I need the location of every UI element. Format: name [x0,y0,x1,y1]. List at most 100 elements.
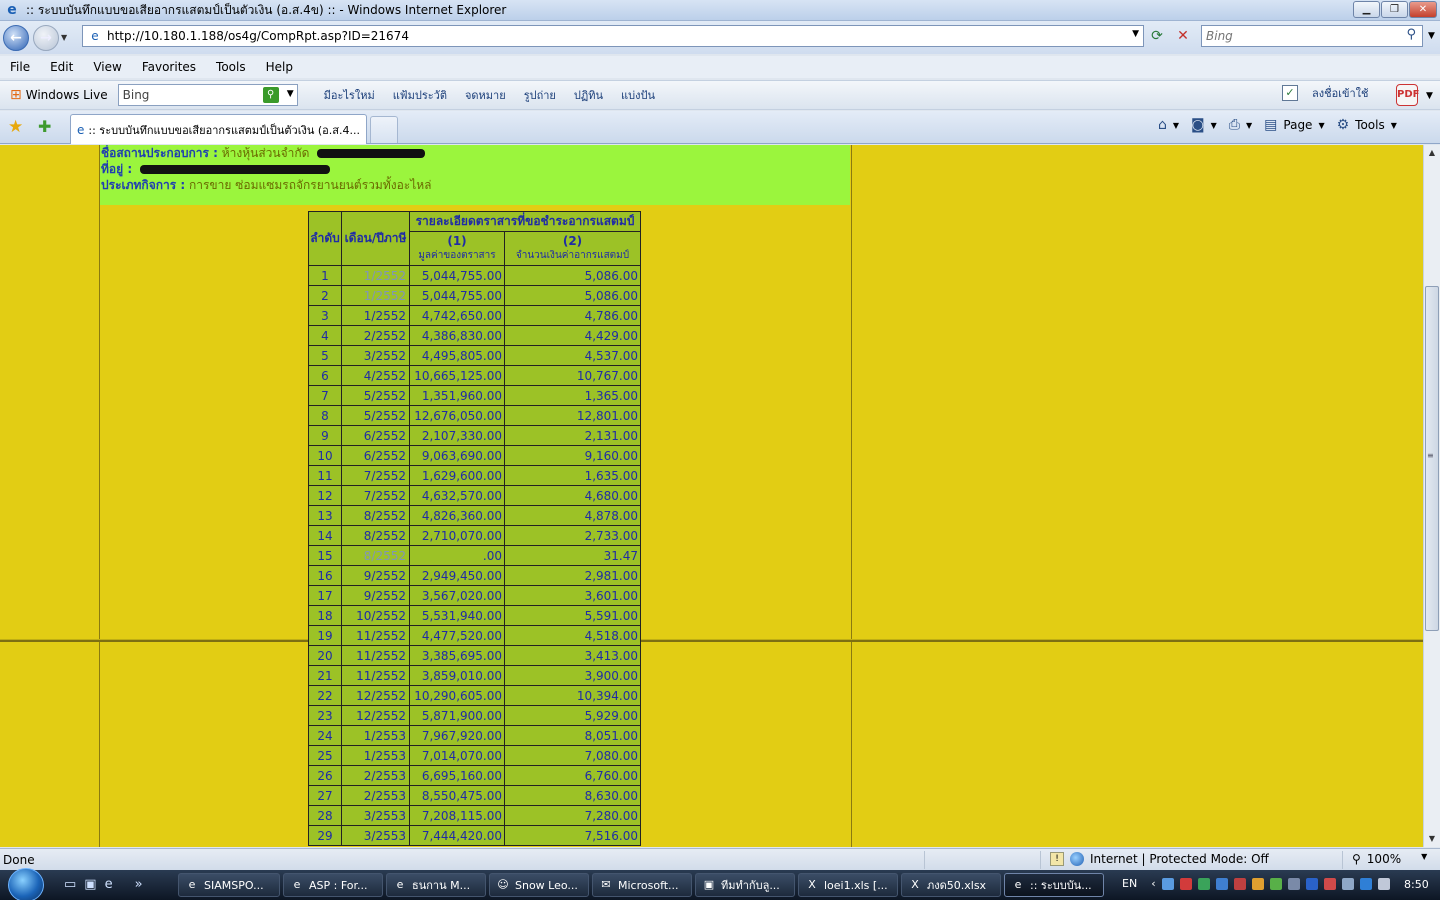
feeds-icon[interactable]: ◙ [1191,117,1205,133]
print-icon[interactable]: ⎙ [1229,117,1240,133]
minimize-button[interactable]: ▁ [1353,1,1380,18]
live-link-whatsnew[interactable]: มีอะไรใหม่ [324,86,375,104]
refresh-icon[interactable]: ⟳ [1146,26,1168,46]
taskbar-button[interactable]: e:: ระบบบัน... [1004,873,1104,897]
switch-windows-icon[interactable]: ▣ [84,877,96,892]
live-link-calendar[interactable]: ปฏิทิน [574,86,603,104]
taskbar-button[interactable]: X ภงด50.xlsx [901,873,1001,897]
address-dropdown-icon[interactable]: ▼ [1132,29,1139,39]
forward-button[interactable]: → [33,24,59,51]
live-link-mail[interactable]: จดหมาย [465,86,506,104]
back-button[interactable]: ← [3,24,29,51]
row-value-cell: 2,949,450.00 [409,565,505,586]
menu-help[interactable]: Help [256,60,303,74]
close-button[interactable]: ✕ [1409,1,1437,18]
menu-favorites[interactable]: Favorites [132,60,206,74]
print-dropdown-icon[interactable]: ▼ [1246,121,1252,130]
tray-app-icon[interactable] [1305,877,1318,890]
menu-file[interactable]: File [0,60,40,74]
taskbar-button-label: ธนกาน M... [412,879,471,892]
taskbar-button[interactable]: e ASP : For... [283,873,383,897]
quick-ie-icon[interactable]: e [105,877,113,892]
tools-menu[interactable]: Tools [1355,118,1385,132]
taskbar-button[interactable]: Xloei1.xls [... [798,873,898,897]
tray-app-icon[interactable] [1287,877,1300,890]
row-duty-cell: 4,518.00 [504,625,641,646]
tray-app-icon[interactable] [1269,877,1282,890]
tray-messenger-icon[interactable] [1197,877,1210,890]
zoom-control[interactable]: ⚲ 100% ▼ [1352,852,1427,866]
menu-bar: File Edit View Favorites Tools Help [0,56,1440,78]
live-search-input[interactable] [118,85,269,105]
search-icon[interactable]: ⚲ [1406,27,1416,42]
taskbar-button[interactable]: e ธนกาน M... [386,873,486,897]
search-input[interactable] [1202,26,1392,46]
row-month-cell: 1/2552 [341,285,410,306]
pdf-icon[interactable]: PDF [1396,84,1419,106]
tools-dropdown-icon[interactable]: ▼ [1391,121,1397,130]
search-dropdown-icon[interactable]: ▼ [1428,31,1435,41]
row-number-cell: 3 [308,305,342,326]
tray-app-icon[interactable] [1341,877,1354,890]
scroll-up-icon[interactable]: ▲ [1424,145,1440,161]
new-tab-button[interactable] [370,116,398,143]
show-desktop-icon[interactable]: ▭ [64,877,76,892]
zoom-dropdown-icon[interactable]: ▼ [1421,852,1427,866]
tray-app-icon[interactable] [1251,877,1264,890]
address-url[interactable]: http://10.180.1.188/os4g/CompRpt.asp?ID=… [107,29,409,43]
clock[interactable]: 8:50 [1404,878,1429,891]
windows-live-logo[interactable]: ⊞ Windows Live [10,87,108,103]
status-bar: Done ! Internet | Protected Mode: Off ⚲ … [0,848,1440,870]
tray-expand-icon[interactable]: ‹ [1151,877,1155,890]
live-link-photos[interactable]: รูปถ่าย [524,86,556,104]
live-link-share[interactable]: แบ่งปัน [621,86,655,104]
tray-antivirus-icon[interactable] [1179,877,1192,890]
signin-link[interactable]: ลงชื่อเข้าใช้ [1312,84,1368,102]
row-value-cell: 4,477,520.00 [409,625,505,646]
row-number-cell: 14 [308,525,342,546]
taskbar-button[interactable]: ✉ Microsoft... [592,873,692,897]
quick-launch-more-icon[interactable]: » [135,877,143,892]
table-row: 19 11/2552 4,477,520.00 4,518.00 [308,625,641,646]
stop-icon[interactable]: ✕ [1172,26,1194,46]
favorites-star-icon[interactable]: ★ [8,117,23,137]
menu-view[interactable]: View [83,60,131,74]
scroll-down-icon[interactable]: ▼ [1424,831,1440,847]
pdf-dropdown-icon[interactable]: ▼ [1426,91,1433,101]
tray-app-icon[interactable] [1233,877,1246,890]
live-link-profile[interactable]: แฟ้มประวัติ [393,86,447,104]
start-button[interactable] [8,868,44,900]
menu-edit[interactable]: Edit [40,60,83,74]
home-dropdown-icon[interactable]: ▼ [1173,121,1179,130]
taskbar-button[interactable]: e SIAMSPO... [178,873,280,897]
tray-network-icon[interactable] [1161,877,1174,890]
live-search-box[interactable]: ⚲ ▼ [117,84,298,106]
maximize-button[interactable]: ❐ [1381,1,1408,18]
tray-update-icon[interactable] [1215,877,1228,890]
tray-volume-icon[interactable] [1377,877,1390,890]
vertical-scrollbar[interactable]: ▲ ≡ ▼ [1423,145,1440,847]
security-zone[interactable]: ! Internet | Protected Mode: Off [1050,852,1269,866]
tray-app-icon[interactable] [1323,877,1336,890]
tab-active[interactable]: e :: ระบบบันทึกแบบขอเสียอากรแสตมป์เป็นตั… [70,114,367,144]
menu-tools[interactable]: Tools [206,60,256,74]
page-dropdown-icon[interactable]: ▼ [1318,121,1324,130]
address-bar[interactable]: e http://10.180.1.188/os4g/CompRpt.asp?I… [82,25,1144,47]
live-search-dropdown-icon[interactable]: ▼ [287,89,294,99]
globe-icon [1070,852,1084,866]
taskbar-button[interactable]: ▣ ทีมทำกับลู... [695,873,795,897]
history-dropdown-icon[interactable]: ▼ [61,33,71,42]
search-box[interactable]: ⚲ [1201,25,1423,47]
business-type-label: ประเภทกิจการ : [101,178,186,192]
tray-display-icon[interactable] [1359,877,1372,890]
language-indicator[interactable]: EN [1122,877,1137,890]
page-menu[interactable]: Page [1283,118,1312,132]
add-favorite-icon[interactable]: ✚ [38,117,51,136]
home-icon[interactable]: ⌂ [1158,117,1167,133]
feeds-dropdown-icon[interactable]: ▼ [1211,121,1217,130]
row-value-cell: 12,676,050.00 [409,405,505,426]
live-search-go-icon[interactable]: ⚲ [262,87,279,103]
highlight-check-icon[interactable]: ✓ [1282,85,1298,101]
taskbar-button[interactable]: ☺ Snow Leo... [489,873,589,897]
row-duty-cell: 4,429.00 [504,325,641,346]
